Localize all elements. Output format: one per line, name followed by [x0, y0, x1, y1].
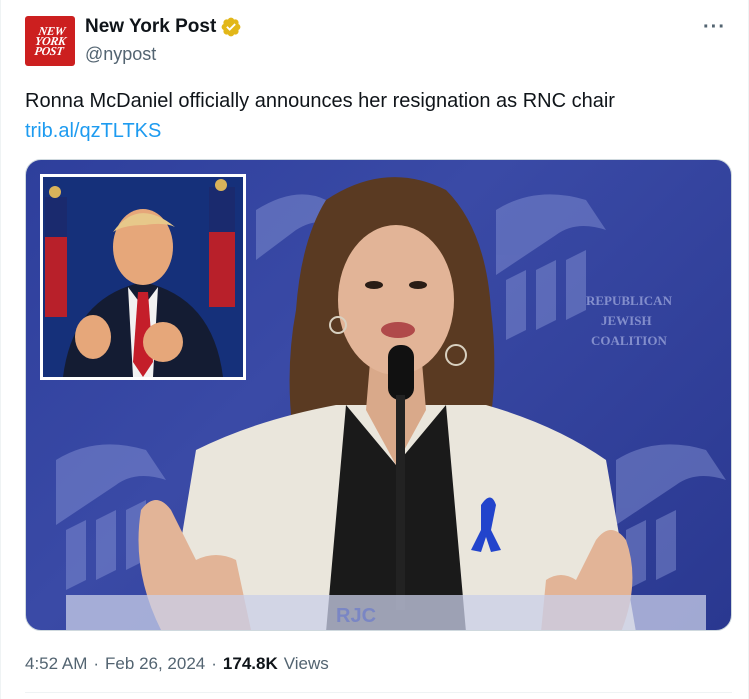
- inset-photo: [40, 174, 246, 380]
- verified-badge-icon[interactable]: [220, 16, 242, 38]
- avatar-logo-text: NEW YORK POST: [33, 24, 67, 58]
- display-name[interactable]: New York Post: [85, 16, 216, 38]
- tweet-date[interactable]: Feb 26, 2024: [105, 654, 205, 674]
- tweet-media-photo[interactable]: REPUBLICAN JEWISH COALITION RJC: [25, 159, 732, 631]
- svg-text:REPUBLICAN: REPUBLICAN: [586, 293, 673, 308]
- tweet-text: Ronna McDaniel officially announces her …: [25, 90, 615, 112]
- more-options-icon[interactable]: ···: [703, 16, 726, 39]
- author-name-row: New York Post: [85, 16, 242, 38]
- tweet-link[interactable]: trib.al/qzTLTKS: [25, 117, 161, 145]
- tweet-card: NEW YORK POST New York Post @nypost ··· …: [0, 0, 749, 699]
- backdrop-text: REPUBLICAN JEWISH COALITION: [586, 293, 673, 348]
- views-label: Views: [283, 654, 329, 673]
- tweet-time[interactable]: 4:52 AM: [25, 654, 87, 674]
- views-count[interactable]: 174.8K: [223, 654, 278, 674]
- svg-text:JEWISH: JEWISH: [601, 313, 652, 328]
- avatar[interactable]: NEW YORK POST: [25, 16, 75, 66]
- divider: [25, 692, 732, 693]
- meta-separator: ·: [211, 654, 217, 673]
- tweet-meta: 4:52 AM · Feb 26, 2024 · 174.8K Views: [25, 654, 329, 674]
- meta-separator: ·: [93, 654, 100, 673]
- handle[interactable]: @nypost: [85, 44, 156, 65]
- svg-text:COALITION: COALITION: [591, 333, 667, 348]
- svg-text:RJC: RJC: [336, 605, 376, 627]
